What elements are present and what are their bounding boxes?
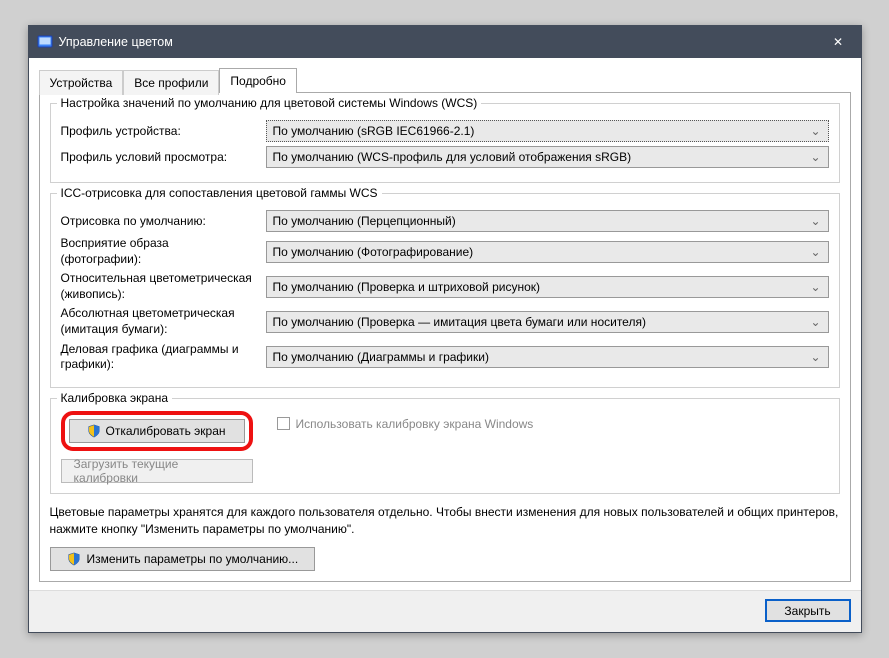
tab-panel: Настройка значений по умолчанию для цвет… [39,92,851,582]
window-title: Управление цветом [59,35,816,49]
shield-icon [67,552,81,566]
viewing-profile-value: По умолчанию (WCS-профиль для условий от… [273,150,808,164]
dialog-footer: Закрыть [29,590,861,632]
use-windows-calibration-checkbox: Использовать калибровку экрана Windows [277,417,534,431]
group-icc-legend: ICC-отрисовка для сопоставления цветовой… [57,186,382,200]
perceptual-value: По умолчанию (Фотографирование) [273,245,808,259]
relative-colorimetric-value: По умолчанию (Проверка и штриховой рисун… [273,280,808,294]
default-rendering-value: По умолчанию (Перцепционный) [273,214,808,228]
chevron-down-icon: ⌄ [808,124,824,138]
app-icon [37,34,53,50]
tab-all-profiles-label: Все профили [134,76,208,90]
content-area: Устройства Все профили Подробно Настройк… [29,58,861,590]
tab-devices[interactable]: Устройства [39,70,124,95]
calibrate-label: Откалибровать экран [105,424,225,438]
business-graphics-dropdown[interactable]: По умолчанию (Диаграммы и графики) ⌄ [266,346,829,368]
group-icc-rendering: ICC-отрисовка для сопоставления цветовой… [50,193,840,388]
device-profile-dropdown[interactable]: По умолчанию (sRGB IEC61966-2.1) ⌄ [266,120,829,142]
close-button[interactable]: ✕ [816,26,861,58]
shield-icon [87,424,101,438]
device-profile-label: Профиль устройства: [61,124,266,138]
absolute-colorimetric-label: Абсолютная цветометрическая(имитация бум… [61,306,266,337]
calibrate-display-button[interactable]: Откалибровать экран [69,419,245,443]
tab-advanced-label: Подробно [230,74,286,88]
close-dialog-label: Закрыть [784,604,830,618]
viewing-profile-dropdown[interactable]: По умолчанию (WCS-профиль для условий от… [266,146,829,168]
business-graphics-label: Деловая графика (диаграммы играфики): [61,342,266,373]
chevron-down-icon: ⌄ [808,214,824,228]
tab-devices-label: Устройства [50,76,113,90]
device-profile-value: По умолчанию (sRGB IEC61966-2.1) [273,124,808,138]
chevron-down-icon: ⌄ [808,150,824,164]
perceptual-dropdown[interactable]: По умолчанию (Фотографирование) ⌄ [266,241,829,263]
use-windows-calibration-label: Использовать калибровку экрана Windows [296,417,534,431]
chevron-down-icon: ⌄ [808,245,824,259]
change-defaults-button[interactable]: Изменить параметры по умолчанию... [50,547,316,571]
group-wcs-legend: Настройка значений по умолчанию для цвет… [57,96,482,110]
chevron-down-icon: ⌄ [808,350,824,364]
group-display-calibration: Калибровка экрана Откалибровать экран [50,398,840,494]
chevron-down-icon: ⌄ [808,280,824,294]
load-calibrations-button: Загрузить текущие калибровки [61,459,253,483]
titlebar: Управление цветом ✕ [29,26,861,58]
default-rendering-label: Отрисовка по умолчанию: [61,214,266,228]
group-wcs-defaults: Настройка значений по умолчанию для цвет… [50,103,840,183]
tab-strip: Устройства Все профили Подробно [39,68,851,93]
checkbox-icon [277,417,290,430]
viewing-profile-label: Профиль условий просмотра: [61,150,266,164]
default-rendering-dropdown[interactable]: По умолчанию (Перцепционный) ⌄ [266,210,829,232]
close-dialog-button[interactable]: Закрыть [765,599,851,622]
load-calibrations-label: Загрузить текущие калибровки [74,457,240,485]
highlight-annotation: Откалибровать экран [61,411,253,451]
relative-colorimetric-dropdown[interactable]: По умолчанию (Проверка и штриховой рисун… [266,276,829,298]
business-graphics-value: По умолчанию (Диаграммы и графики) [273,350,808,364]
change-defaults-label: Изменить параметры по умолчанию... [87,552,299,566]
chevron-down-icon: ⌄ [808,315,824,329]
absolute-colorimetric-value: По умолчанию (Проверка — имитация цвета … [273,315,808,329]
absolute-colorimetric-dropdown[interactable]: По умолчанию (Проверка — имитация цвета … [266,311,829,333]
note-text: Цветовые параметры хранятся для каждого … [50,504,840,538]
perceptual-label: Восприятие образа(фотографии): [61,236,266,267]
relative-colorimetric-label: Относительная цветометрическая(живопись)… [61,271,266,302]
close-icon: ✕ [833,35,843,49]
tab-all-profiles[interactable]: Все профили [123,70,219,95]
group-calibration-legend: Калибровка экрана [57,391,173,405]
tab-advanced[interactable]: Подробно [219,68,297,93]
color-management-window: Управление цветом ✕ Устройства Все профи… [28,25,862,633]
